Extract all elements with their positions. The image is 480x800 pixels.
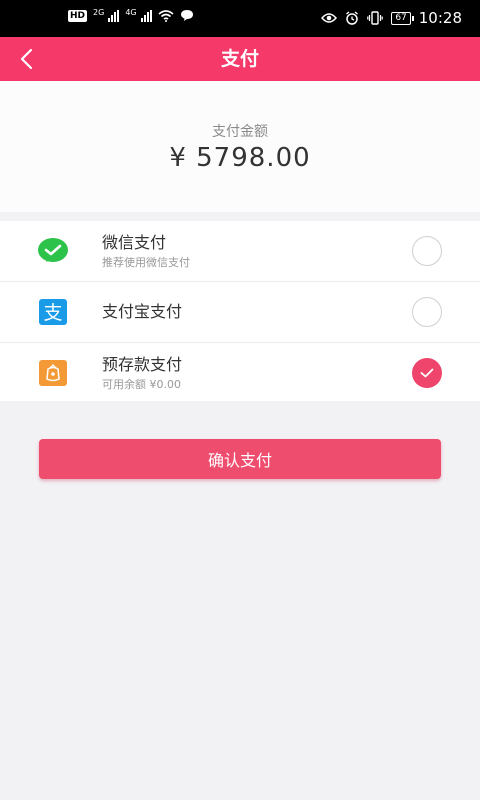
method-title: 预存款支付 bbox=[102, 354, 183, 374]
signal-icon-2 bbox=[140, 9, 152, 22]
nav-bar: 支付 bbox=[0, 37, 480, 81]
method-subtitle: 可用余额 ¥0.00 bbox=[102, 377, 181, 391]
method-text: 预存款支付 可用余额 ¥0.00 bbox=[102, 343, 182, 403]
status-time: 10:28 bbox=[418, 9, 462, 27]
payment-method-alipay[interactable]: 支 支付宝支付 bbox=[0, 282, 480, 343]
status-left: HD 2G 4G bbox=[68, 9, 194, 22]
status-bar: HD 2G 4G 67 10:28 bbox=[0, 0, 480, 37]
page-title: 支付 bbox=[220, 48, 259, 70]
method-subtitle: 推荐使用微信支付 bbox=[102, 255, 190, 269]
signal-icon bbox=[108, 9, 120, 22]
payment-method-wechat[interactable]: 微信支付 推荐使用微信支付 bbox=[0, 221, 480, 282]
wechat-pay-icon bbox=[37, 236, 69, 266]
eye-icon bbox=[321, 13, 338, 23]
check-icon bbox=[420, 368, 434, 378]
radio-wechat[interactable] bbox=[412, 236, 442, 266]
wallet-icon bbox=[37, 358, 69, 388]
hd-badge: HD bbox=[68, 9, 88, 22]
svg-text:支: 支 bbox=[43, 302, 62, 324]
method-text: 支付宝支付 bbox=[102, 282, 182, 342]
amount-label: 支付金额 bbox=[212, 124, 268, 140]
battery-indicator: 67 bbox=[391, 11, 415, 25]
alipay-icon: 支 bbox=[37, 297, 69, 327]
method-title: 支付宝支付 bbox=[102, 302, 183, 321]
method-title: 微信支付 bbox=[102, 232, 167, 252]
radio-deposit-checked[interactable] bbox=[412, 358, 442, 388]
wifi-icon bbox=[158, 9, 174, 22]
network-4g-label: 4G bbox=[125, 8, 137, 17]
method-text: 微信支付 推荐使用微信支付 bbox=[102, 221, 190, 281]
payment-method-list: 微信支付 推荐使用微信支付 支 支付宝支付 预存款支付 可用余额 ¥0.00 bbox=[0, 221, 480, 401]
amount-value: ¥ 5798.00 bbox=[169, 143, 311, 173]
alarm-icon bbox=[346, 11, 359, 25]
status-right: 67 10:28 bbox=[321, 9, 462, 27]
radio-alipay[interactable] bbox=[412, 297, 442, 327]
message-icon bbox=[180, 10, 193, 21]
vibrate-icon bbox=[367, 11, 384, 25]
network-2g-label: 2G bbox=[93, 8, 105, 17]
payment-method-deposit[interactable]: 预存款支付 可用余额 ¥0.00 bbox=[0, 343, 480, 403]
confirm-payment-button[interactable]: 确认支付 bbox=[39, 439, 441, 479]
amount-panel: 支付金额 ¥ 5798.00 bbox=[0, 81, 480, 212]
